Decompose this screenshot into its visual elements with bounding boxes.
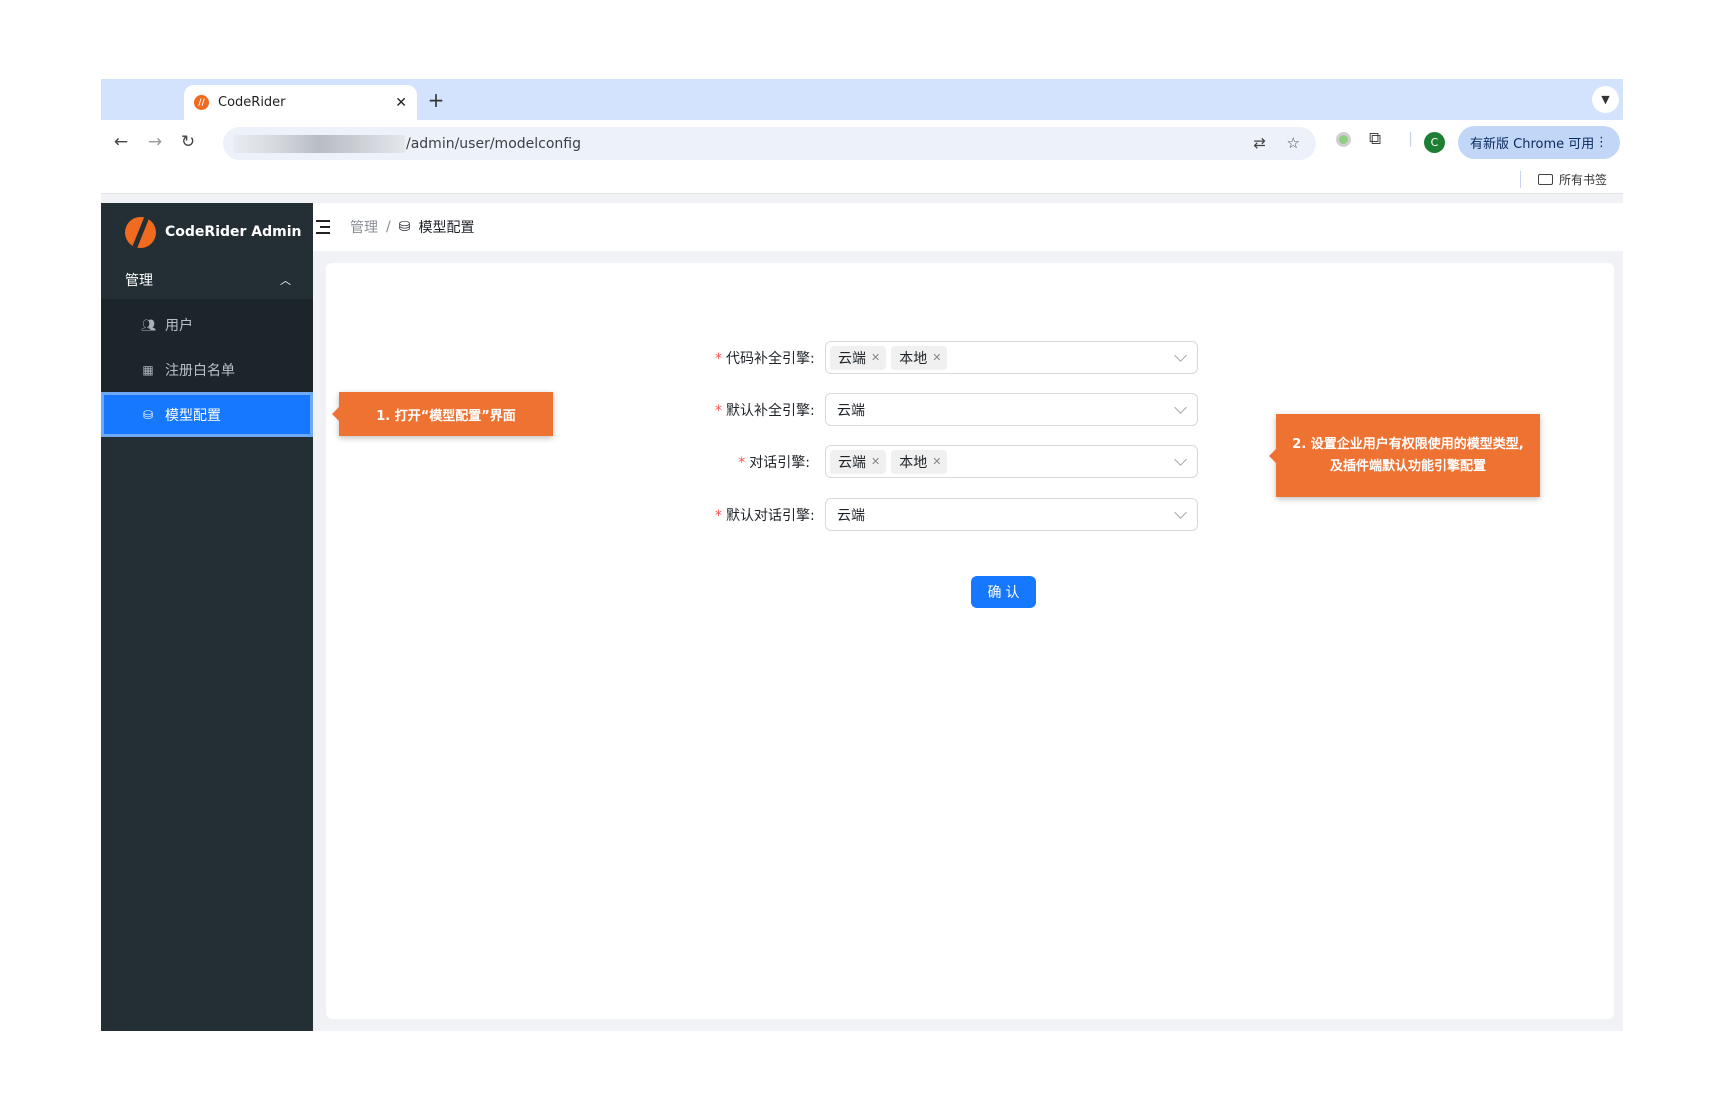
breadcrumb-separator: / [386, 219, 391, 235]
sidebar-item-label: 用户 [165, 317, 193, 334]
config-card: * 代码补全引擎: 云端 ✕ 本地 ✕ * 默认补全引擎: 云端 * 对话引擎:… [326, 263, 1614, 1019]
annotation-step-2: 2. 设置企业用户有权限使用的模型类型, 及插件端默认功能引擎配置 [1269, 414, 1540, 497]
sidebar-item-label: 注册白名单 [165, 362, 235, 379]
tag-cloud: 云端 ✕ [830, 449, 887, 474]
browser-window: // CodeRider ✕ + ▼ ← → ↻ /admin/user/mod… [101, 79, 1623, 1031]
extensions-puzzle-icon[interactable]: ⧉ [1369, 129, 1381, 149]
sidebar-item-whitelist[interactable]: ▦ 注册白名单 [101, 347, 313, 392]
url-path: /admin/user/modelconfig [406, 135, 581, 152]
completion-engine-select[interactable]: 云端 ✕ 本地 ✕ [825, 341, 1198, 374]
url-host-redacted [233, 134, 405, 153]
breadcrumb-current: ⛁ 模型配置 [399, 217, 475, 237]
form-row-default-chat: * 默认对话引擎: 云端 [715, 498, 1198, 531]
chrome-update-button[interactable]: 有新版 Chrome 可用 ⋮ [1458, 126, 1620, 159]
tag-close-icon[interactable]: ✕ [932, 351, 941, 364]
new-tab-icon[interactable]: + [422, 88, 450, 112]
form-icon: ▦ [142, 362, 154, 377]
translate-icon[interactable]: ⇄ [1253, 134, 1266, 152]
breadcrumb: 管理 / ⛁ 模型配置 [350, 217, 474, 237]
chat-engine-select[interactable]: 云端 ✕ 本地 ✕ [825, 445, 1198, 478]
select-value: 云端 [837, 402, 865, 419]
database-icon: ⛁ [398, 219, 411, 235]
back-arrow-icon[interactable]: ← [109, 130, 133, 154]
chevron-up-icon: ︿ [280, 274, 291, 287]
sidebar-item-users[interactable]: 👥︎ 用户 [101, 302, 313, 347]
coderider-logo-icon [125, 216, 156, 248]
all-bookmarks-button[interactable]: 所有书签 [1538, 171, 1607, 188]
tag-local: 本地 ✕ [891, 449, 948, 474]
bookmark-star-icon[interactable]: ☆ [1287, 134, 1300, 152]
submenu: 👥︎ 用户 ▦ 注册白名单 ⛁ 模型配置 [101, 299, 313, 437]
forward-arrow-icon[interactable]: → [143, 130, 167, 154]
tab-search-chevron-icon[interactable]: ▼ [1592, 86, 1619, 113]
tag-cloud: 云端 ✕ [830, 345, 887, 370]
menu-group-manage[interactable]: 管理 ︿ [101, 261, 313, 299]
tab-title: CodeRider [218, 95, 286, 110]
field-label: * 代码补全引擎: [715, 350, 815, 367]
coderider-favicon-icon: // [194, 95, 209, 110]
admin-app: CodeRider Admin 管理 ︿ 👥︎ 用户 ▦ 注册白名单 ⛁ 模型配… [101, 203, 1623, 1031]
field-label: * 对话引擎: [738, 454, 810, 471]
bookmarks-bar: 所有书签 [101, 165, 1623, 194]
brand-title: CodeRider Admin [165, 224, 302, 240]
brand[interactable]: CodeRider Admin [101, 203, 313, 261]
field-label: * 默认补全引擎: [715, 402, 815, 419]
chevron-down-icon [1174, 401, 1187, 414]
tag-close-icon[interactable]: ✕ [871, 455, 880, 468]
form-row-completion-engine: * 代码补全引擎: 云端 ✕ 本地 ✕ [715, 341, 1198, 374]
breadcrumb-current-label: 模型配置 [418, 220, 475, 236]
field-label: * 默认对话引擎: [715, 507, 815, 524]
tab-strip: // CodeRider ✕ + ▼ [101, 79, 1623, 120]
tag-close-icon[interactable]: ✕ [871, 351, 880, 364]
select-value: 云端 [837, 507, 865, 524]
sidebar-item-label: 模型配置 [165, 407, 221, 424]
database-icon: ⛁ [142, 407, 154, 422]
browser-toolbar: ← → ↻ /admin/user/modelconfig ⇄ ☆ ⧉ | C … [101, 120, 1623, 165]
breadcrumb-parent[interactable]: 管理 [350, 217, 378, 237]
form-row-chat-engine: * 对话引擎: 云端 ✕ 本地 ✕ [715, 445, 1198, 478]
menu-fold-icon[interactable] [314, 219, 334, 235]
folder-icon [1538, 174, 1553, 185]
tag-local: 本地 ✕ [891, 345, 948, 370]
address-bar[interactable]: /admin/user/modelconfig ⇄ ☆ [223, 127, 1316, 160]
update-label: 有新版 Chrome 可用 [1470, 137, 1595, 152]
toolbar-divider: | [1408, 129, 1414, 147]
confirm-button[interactable]: 确认 [971, 576, 1036, 608]
sidebar: CodeRider Admin 管理 ︿ 👥︎ 用户 ▦ 注册白名单 ⛁ 模型配… [101, 203, 313, 1031]
browser-tab[interactable]: // CodeRider ✕ [184, 85, 417, 120]
all-bookmarks-label: 所有书签 [1559, 173, 1608, 187]
annotation-step-1: 1. 打开“模型配置”界面 [332, 392, 553, 436]
menu-group-label: 管理 [125, 273, 153, 289]
bookmarks-divider [1520, 171, 1521, 188]
tab-close-icon[interactable]: ✕ [395, 95, 407, 111]
chevron-down-icon [1174, 506, 1187, 519]
extension-status-icon[interactable] [1336, 132, 1351, 147]
chevron-down-icon [1174, 349, 1187, 362]
default-chat-select[interactable]: 云端 [825, 498, 1198, 531]
profile-avatar[interactable]: C [1424, 132, 1445, 153]
tag-close-icon[interactable]: ✕ [932, 455, 941, 468]
sidebar-item-model-config[interactable]: ⛁ 模型配置 [101, 392, 313, 437]
more-menu-icon[interactable]: ⋮ [1595, 135, 1608, 150]
form-row-default-completion: * 默认补全引擎: 云端 [715, 393, 1198, 426]
reload-icon[interactable]: ↻ [176, 130, 200, 154]
main-content: 管理 / ⛁ 模型配置 * 代码补全引擎: 云端 ✕ 本地 ✕ * 默认补全引擎… [313, 203, 1623, 1031]
chevron-down-icon [1174, 453, 1187, 466]
default-completion-select[interactable]: 云端 [825, 393, 1198, 426]
users-icon: 👥︎ [141, 317, 157, 332]
page-header: 管理 / ⛁ 模型配置 [313, 203, 1623, 251]
